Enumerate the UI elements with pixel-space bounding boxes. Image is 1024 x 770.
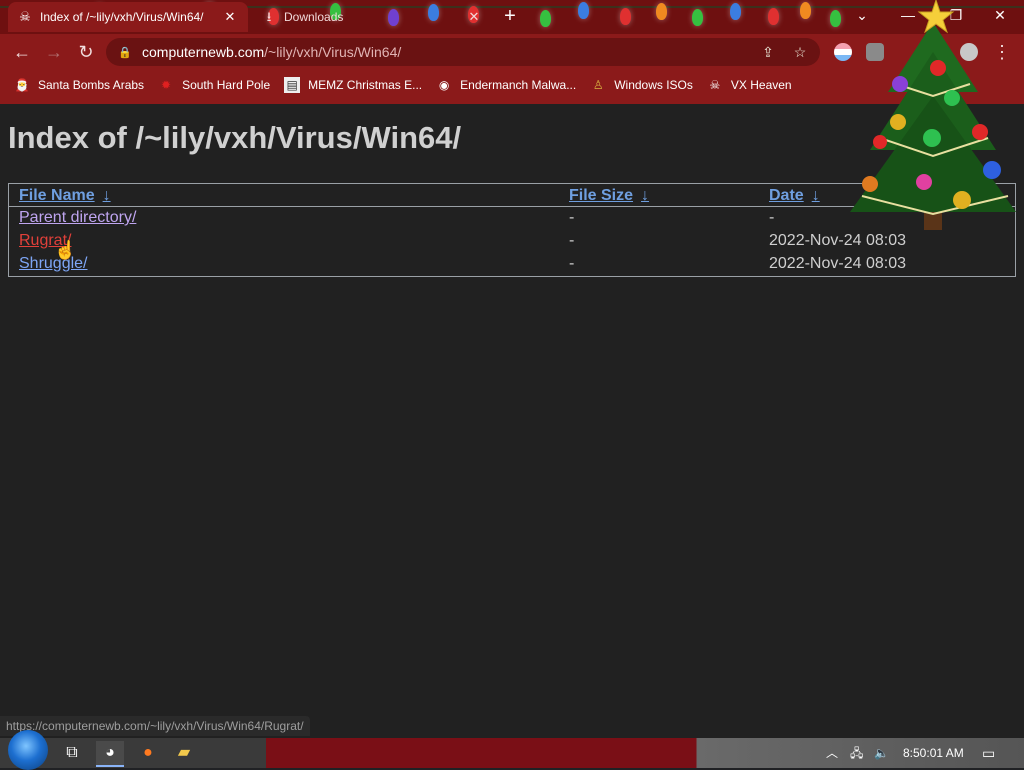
- tab-title: Downloads: [284, 10, 344, 24]
- raccoon-icon: ◉: [438, 78, 450, 92]
- bookmark-santa-bombs-arabs[interactable]: 🎅 Santa Bombs Arabs: [14, 77, 145, 93]
- skull-favicon-icon: ☠: [19, 9, 31, 24]
- tab-close-icon[interactable]: ✕: [222, 9, 238, 25]
- column-file-name: File Name ↓: [9, 184, 559, 207]
- file-size-cell: -: [569, 232, 575, 249]
- bulb-icon: [830, 10, 841, 27]
- page-icon: ▤: [284, 77, 301, 93]
- chrome-taskbar-icon[interactable]: ◕: [96, 741, 124, 767]
- volume-icon[interactable]: 🔈: [874, 738, 889, 768]
- bulb-icon: [540, 10, 551, 27]
- sort-arrow-icon[interactable]: ↓: [812, 187, 820, 204]
- bulb-icon: [800, 2, 811, 19]
- bookmark-label: Santa Bombs Arabs: [38, 78, 145, 92]
- download-icon: ⭳: [266, 9, 272, 24]
- column-file-size: File Size ↓: [559, 184, 759, 207]
- star-icon: ✹: [161, 78, 172, 92]
- tab-title: Index of /~lily/vxh/Virus/Win64/: [40, 10, 204, 24]
- page-title: Index of /~lily/vxh/Virus/Win64/: [8, 120, 462, 155]
- url-path: /~lily/vxh/Virus/Win64/: [264, 44, 402, 60]
- firefox-taskbar-icon[interactable]: ●: [134, 741, 162, 765]
- bookmark-south-hard-pole[interactable]: ✹ South Hard Pole: [158, 77, 270, 93]
- bulb-icon: [692, 9, 703, 26]
- sort-file-name-link[interactable]: File Name: [19, 187, 95, 204]
- parent-directory-link[interactable]: Parent directory/: [19, 209, 136, 226]
- tab-downloads[interactable]: ⭳ Downloads ✕: [252, 2, 492, 32]
- new-tab-button[interactable]: +: [500, 6, 520, 26]
- status-bar-url: https://computernewb.com/~lily/vxh/Virus…: [0, 716, 310, 736]
- taskbar: ⧉ ◕ ● ▰ ︿ 🖧 🔈 8:50:01 AM ▭: [0, 730, 1024, 770]
- bulb-icon: [768, 8, 779, 25]
- date-cell: 2022-Nov-24 08:03: [769, 255, 906, 272]
- share-icon[interactable]: ⇪: [756, 38, 780, 66]
- notifications-icon[interactable]: ▭: [982, 738, 995, 768]
- file-size-cell: -: [569, 209, 575, 226]
- christmas-tree-icon: [850, 0, 1016, 230]
- bookmark-star-icon[interactable]: ☆: [788, 38, 812, 66]
- hand-cursor-icon: ☝: [54, 240, 77, 260]
- file-explorer-icon[interactable]: ▰: [170, 741, 198, 765]
- sort-file-size-link[interactable]: File Size: [569, 187, 633, 204]
- figure-icon: ♙: [592, 78, 604, 92]
- bulb-icon: [620, 8, 631, 25]
- back-button[interactable]: ←: [10, 40, 34, 64]
- tab-index[interactable]: ☠ Index of /~lily/vxh/Virus/Win64/ ✕: [8, 2, 248, 32]
- start-button[interactable]: [8, 730, 48, 770]
- task-view-icon[interactable]: ⧉: [58, 741, 86, 765]
- bookmark-label: South Hard Pole: [182, 78, 271, 92]
- clock[interactable]: 8:50:01 AM: [903, 738, 964, 768]
- sort-arrow-icon[interactable]: ↓: [103, 187, 111, 204]
- bookmark-vx-heaven[interactable]: ☠ VX Heaven: [707, 77, 792, 93]
- santa-icon: 🎅: [14, 78, 30, 92]
- url-host: computernewb.com: [142, 44, 265, 60]
- bookmark-label: Windows ISOs: [614, 78, 693, 92]
- skull-icon: ☠: [709, 78, 721, 92]
- tab-close-icon[interactable]: ✕: [466, 9, 482, 25]
- bookmark-label: VX Heaven: [730, 78, 792, 92]
- bookmark-label: Endermanch Malwa...: [460, 78, 577, 92]
- bookmark-windows-isos[interactable]: ♙ Windows ISOs: [590, 77, 693, 93]
- bookmark-memz-christmas[interactable]: ▤ MEMZ Christmas E...: [284, 77, 422, 93]
- reload-button[interactable]: ↻: [74, 40, 98, 64]
- lock-icon[interactable]: 🔒: [118, 46, 132, 59]
- table-row: Shruggle/ - 2022-Nov-24 08:03: [9, 253, 1015, 276]
- bookmark-endermanch-malware[interactable]: ◉ Endermanch Malwa...: [436, 77, 576, 93]
- forward-button[interactable]: →: [42, 40, 66, 64]
- sort-date-link[interactable]: Date: [769, 187, 804, 204]
- address-bar[interactable]: 🔒 computernewb.com/~lily/vxh/Virus/Win64…: [106, 38, 820, 66]
- network-icon[interactable]: 🖧: [850, 738, 863, 768]
- show-hidden-icons-icon[interactable]: ︿: [826, 738, 838, 768]
- file-size-cell: -: [569, 255, 575, 272]
- bookmark-label: MEMZ Christmas E...: [308, 78, 423, 92]
- sort-arrow-icon[interactable]: ↓: [641, 187, 649, 204]
- bulb-icon: [578, 2, 589, 19]
